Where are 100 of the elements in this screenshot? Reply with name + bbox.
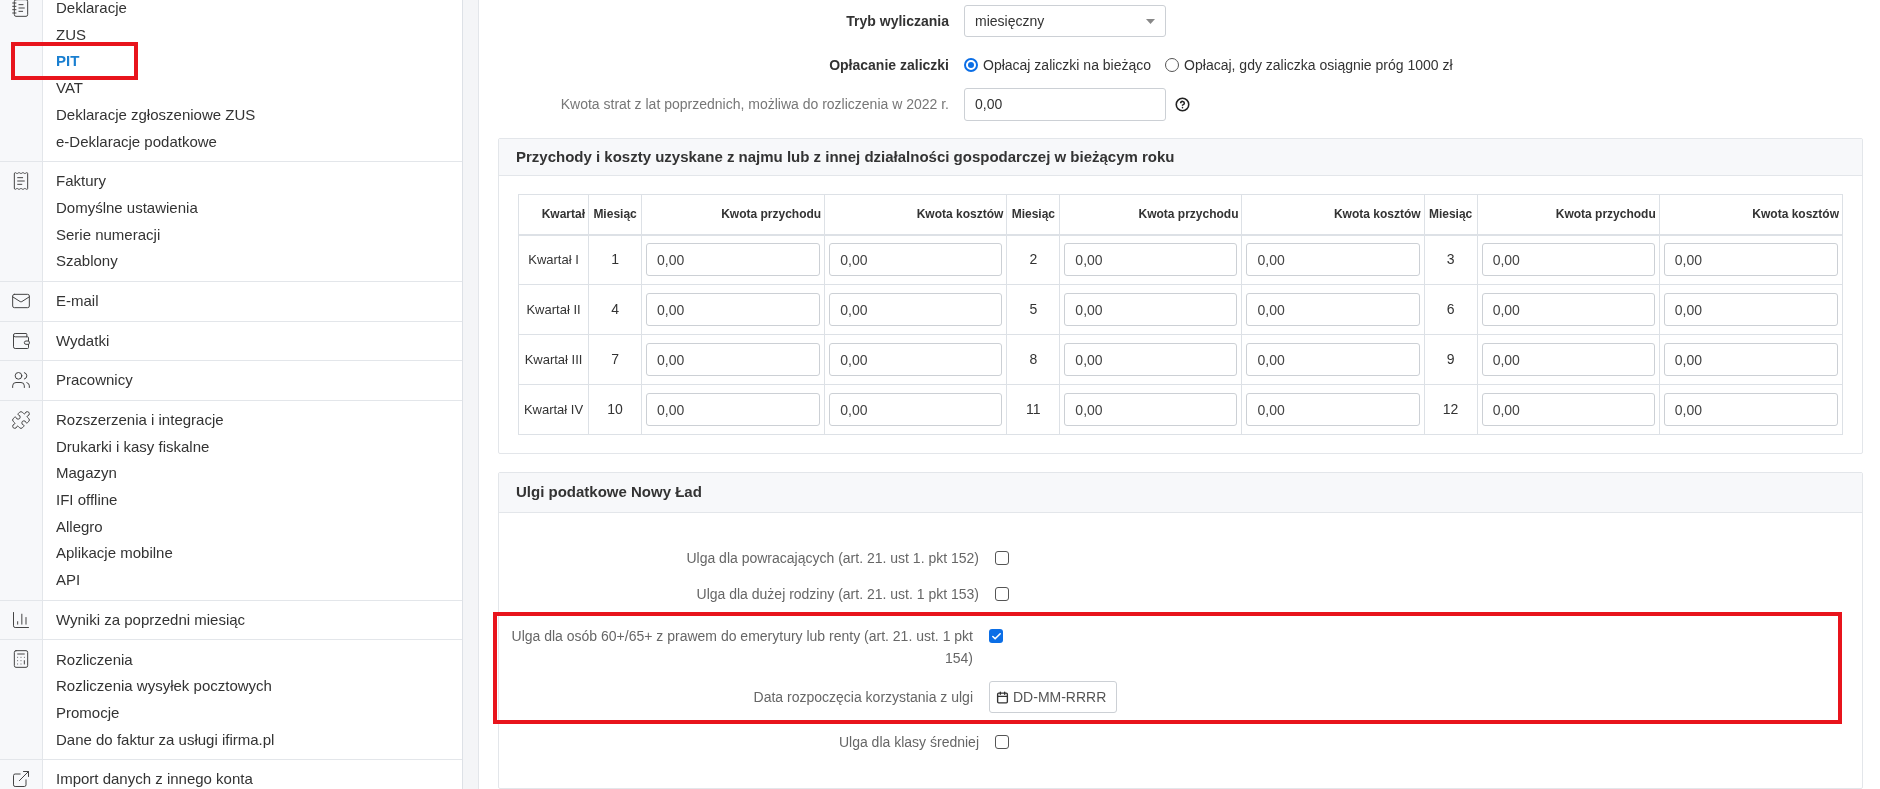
relief-label: Ulga dla klasy średniej: [837, 733, 979, 752]
sidebar-link[interactable]: Drukarki i kasy fiskalne: [56, 435, 210, 459]
relief-label: Ulga dla osób 60+/65+ z prawem do emerytury lub renty (art. 21. ust. 1 pkt 154): [510, 627, 973, 668]
select-field[interactable]: miesięczny: [964, 5, 1166, 37]
calendar-icon: [996, 691, 1009, 704]
sidebar-link[interactable]: Deklaracje zgłoszeniowe ZUS: [56, 103, 256, 127]
amount-field[interactable]: 0,00: [646, 243, 821, 277]
table-cell: 10: [588, 384, 642, 435]
field-label: Opłacanie zaliczki: [828, 55, 949, 75]
amount-field[interactable]: 0,00: [964, 87, 1166, 121]
sidebar-link[interactable]: Allegro: [56, 515, 103, 539]
amount-field[interactable]: 0,00: [1663, 343, 1838, 376]
sidebar-link[interactable]: Wydatki: [56, 329, 110, 353]
sidebar-link[interactable]: Rozliczenia: [56, 648, 133, 672]
amount-field[interactable]: 0,00: [1064, 393, 1238, 426]
sidebar-link[interactable]: Promocje: [56, 701, 120, 725]
table-cell: 12: [1424, 384, 1478, 435]
amount-field[interactable]: 0,00: [1246, 343, 1420, 376]
caret-icon: [1146, 18, 1155, 24]
sidebar-link[interactable]: Pracownicy: [56, 369, 133, 392]
table-cell: 7: [588, 334, 642, 385]
sidebar-link[interactable]: e-Deklaracje podatkowe: [56, 130, 217, 154]
table-cell: 8: [1006, 334, 1060, 385]
table-cell: Kwartał III: [518, 334, 589, 385]
radio-label: Opłacaj zaliczki na bieżąco: [983, 55, 1152, 75]
relief-label: Ulga dla powracających (art. 21. ust 1. pkt 152): [685, 549, 979, 568]
amount-field[interactable]: 0,00: [1246, 243, 1420, 277]
sidebar-link[interactable]: Rozliczenia wysyłek pocztowych: [56, 675, 272, 698]
table-cell: Kwartał I: [518, 234, 589, 285]
sidebar-link[interactable]: Rozszerzenia i integracje: [56, 409, 224, 432]
column-header: Miesiąc: [1424, 194, 1478, 235]
amount-field[interactable]: 0,00: [1064, 243, 1238, 277]
amount-field[interactable]: 0,00: [1246, 393, 1420, 426]
notebook-icon: [11, 0, 31, 18]
sidebar-link[interactable]: VAT: [56, 77, 83, 100]
sidebar-link[interactable]: Domyślne ustawienia: [56, 196, 198, 220]
puzzle-icon: [11, 409, 31, 430]
table-cell: 2: [1006, 234, 1060, 285]
sidebar-link[interactable]: Wyniki za poprzedni miesiąc: [56, 608, 246, 632]
amount-field[interactable]: 0,00: [646, 393, 821, 426]
amount-field[interactable]: 0,00: [1481, 243, 1655, 277]
amount-field[interactable]: 0,00: [1064, 343, 1238, 376]
radio-button[interactable]: [964, 58, 978, 72]
amount-field[interactable]: 0,00: [1481, 393, 1655, 426]
amount-field[interactable]: 0,00: [1246, 293, 1420, 326]
relief-label: Ulga dla dużej rodziny (art. 21. ust. 1 pkt 153): [695, 585, 979, 604]
table-cell: 3: [1424, 234, 1478, 285]
checkbox[interactable]: [995, 735, 1009, 749]
table-cell: 1: [588, 234, 642, 285]
amount-field[interactable]: 0,00: [1663, 293, 1838, 326]
sidebar-link[interactable]: IFI offline: [56, 489, 118, 512]
table-cell: 9: [1424, 334, 1478, 385]
amount-field[interactable]: 0,00: [829, 393, 1003, 426]
sidebar-link[interactable]: E-mail: [56, 289, 99, 313]
panel-title: Przychody i koszty uzyskane z najmu lub z innej działalności gospodarczej w bieżącym roku: [516, 146, 1175, 167]
date-field[interactable]: DD-MM-RRRR: [989, 681, 1117, 713]
table-cell: Kwartał IV: [518, 384, 589, 435]
sidebar-link[interactable]: Magazyn: [56, 462, 117, 485]
calculator-icon: [11, 649, 31, 670]
amount-field[interactable]: 0,00: [1481, 343, 1655, 376]
users-icon: [11, 370, 31, 391]
sidebar-link[interactable]: Serie numeracji: [56, 223, 161, 247]
checkbox[interactable]: [995, 587, 1009, 601]
sidebar-link[interactable]: Aplikacje mobilne: [56, 542, 173, 565]
radio-label: Opłacaj, gdy zaliczka osiągnie próg 1000 zł: [1184, 55, 1453, 75]
sidebar-link[interactable]: ZUS: [56, 23, 86, 47]
table-cell: 6: [1424, 284, 1478, 335]
help-icon[interactable]: [1175, 96, 1190, 112]
amount-field[interactable]: 0,00: [646, 293, 821, 326]
amount-field[interactable]: 0,00: [829, 293, 1003, 326]
column-header: Miesiąc: [588, 194, 642, 235]
table-cell: 4: [588, 284, 642, 335]
receipt-icon: [11, 171, 31, 192]
checkbox[interactable]: [995, 551, 1009, 565]
sidebar-link[interactable]: Szablony: [56, 250, 118, 273]
column-header: Kwota kosztów: [1242, 194, 1425, 235]
amount-field[interactable]: 0,00: [1481, 293, 1655, 326]
amount-field[interactable]: 0,00: [646, 343, 821, 376]
column-header: Kwota kosztów: [824, 194, 1007, 235]
amount-field[interactable]: 0,00: [829, 243, 1003, 277]
external-link-icon: [11, 769, 31, 789]
sidebar-link[interactable]: Dane do faktur za usługi ifirma.pl: [56, 728, 275, 752]
field-label: Tryb wyliczania: [845, 11, 949, 31]
column-header: Kwota kosztów: [1659, 194, 1843, 235]
table-cell: Kwartał II: [518, 284, 589, 335]
bar-chart-icon: [11, 609, 31, 630]
sidebar-link[interactable]: Deklaracje: [56, 0, 127, 20]
sidebar-link[interactable]: PIT: [56, 50, 80, 73]
amount-field[interactable]: 0,00: [1663, 393, 1838, 426]
amount-field[interactable]: 0,00: [829, 343, 1003, 376]
amount-field[interactable]: 0,00: [1064, 293, 1238, 326]
sidebar-link[interactable]: Faktury: [56, 170, 106, 193]
checkbox[interactable]: [989, 629, 1003, 643]
sidebar-link[interactable]: API: [56, 569, 81, 592]
table-cell: 11: [1006, 384, 1060, 435]
sidebar-link[interactable]: Import danych z innego konta: [56, 768, 253, 789]
field-label: Kwota strat z lat poprzednich, możliwa do rozliczenia w 2022 r.: [559, 94, 949, 114]
column-header: Kwota przychodu: [1059, 194, 1242, 235]
amount-field[interactable]: 0,00: [1663, 243, 1838, 277]
relief-label: Data rozpoczęcia korzystania z ulgi: [752, 688, 973, 707]
